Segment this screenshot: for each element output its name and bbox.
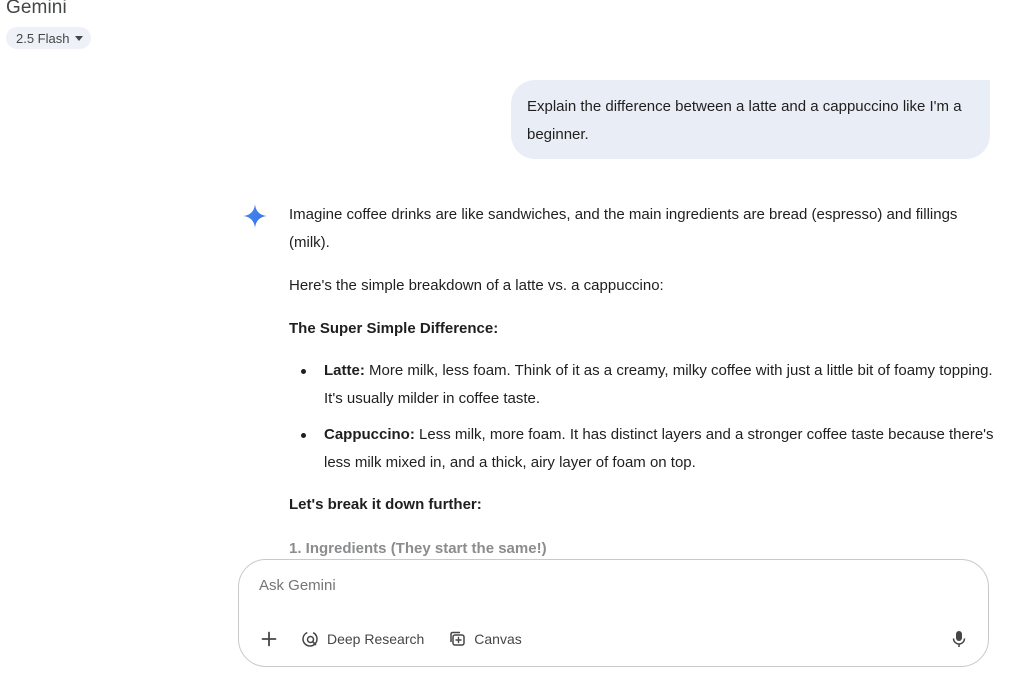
model-response: Imagine coffee drinks are like sandwiche…	[289, 201, 1001, 563]
list-item-term: Latte:	[324, 362, 365, 379]
plus-icon	[261, 631, 277, 647]
list-item: Latte: More milk, less foam. Think of it…	[289, 357, 1001, 413]
caret-down-icon	[75, 36, 84, 41]
prompt-input[interactable]	[259, 577, 939, 594]
list-item-text: Less milk, more foam. It has distinct la…	[324, 426, 994, 471]
canvas-icon	[450, 631, 466, 646]
model-label: 2.5 Flash	[16, 30, 70, 46]
deep-research-icon	[302, 631, 318, 647]
microphone-button[interactable]	[946, 626, 972, 652]
difference-list: Latte: More milk, less foam. Think of it…	[289, 357, 1001, 477]
list-item-text: More milk, less foam. Think of it as a c…	[324, 362, 993, 407]
section-heading: The Super Simple Difference:	[289, 320, 499, 337]
deep-research-label: Deep Research	[327, 631, 425, 647]
response-lead: Here's the simple breakdown of a latte v…	[289, 277, 664, 294]
user-message-bubble: Explain the difference between a latte a…	[511, 80, 990, 159]
composer-toolbar: Deep Research Canvas	[253, 624, 532, 654]
gemini-spark-icon	[243, 204, 267, 228]
list-item: Cappuccino: Less milk, more foam. It has…	[289, 421, 1001, 477]
prompt-composer: Deep Research Canvas	[238, 559, 989, 667]
canvas-label: Canvas	[474, 631, 522, 647]
model-selector[interactable]: 2.5 Flash	[6, 27, 92, 49]
user-message-text: Explain the difference between a latte a…	[527, 98, 962, 143]
response-intro: Imagine coffee drinks are like sandwiche…	[289, 206, 958, 251]
canvas-button[interactable]: Canvas	[438, 624, 531, 654]
list-item-term: Cappuccino:	[324, 426, 415, 443]
deep-research-button[interactable]: Deep Research	[291, 624, 434, 654]
app-title: Gemini	[6, 0, 67, 18]
microphone-icon	[952, 631, 966, 647]
add-button[interactable]	[253, 624, 285, 654]
next-heading: Let's break it down further:	[289, 496, 482, 513]
